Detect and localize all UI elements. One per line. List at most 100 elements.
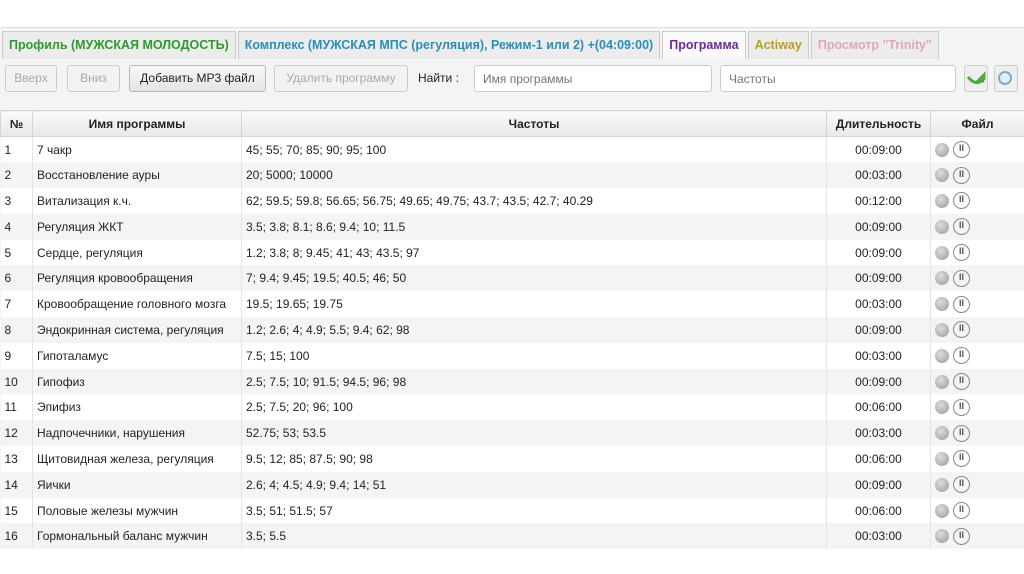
row-num: 7 <box>0 291 33 318</box>
row-name: Гормональный баланс мужчин <box>32 523 242 550</box>
tab-profile[interactable]: Профиль (МУЖСКАЯ МОЛОДОСТЬ) <box>2 31 236 59</box>
tab-program[interactable]: Программа <box>662 31 746 59</box>
row-duration: 00:12:00 <box>826 188 931 214</box>
table-row[interactable]: 13 Щитовидная железа, регуляция 9.5; 12; 8… <box>0 446 1024 472</box>
row-num: 2 <box>0 162 33 189</box>
row-num: 5 <box>0 239 33 266</box>
row-file: II <box>930 213 1024 240</box>
row-name: Гипофиз <box>32 368 242 395</box>
row-duration: 00:09:00 <box>826 265 931 292</box>
app-window: Профиль (МУЖСКАЯ МОЛОДОСТЬ) Комплекс (МУ… <box>0 27 1024 550</box>
table-row[interactable]: 7 Кровообращение головного мозга 19.5; 19.… <box>0 291 1024 318</box>
tab-trinity-view[interactable]: Просмотр "Trinity" <box>810 31 939 59</box>
row-file: II <box>930 317 1024 343</box>
pause-icon[interactable]: II <box>953 502 970 520</box>
pause-icon[interactable]: II <box>953 295 970 313</box>
row-file: II <box>930 394 1024 421</box>
table-row[interactable]: 12 Надпочечники, нарушения 52.75; 53; 53.5… <box>0 420 1024 447</box>
pause-icon[interactable]: II <box>953 218 970 236</box>
table-row[interactable]: 14 Яички 2.6; 4; 4.5; 4.9; 9.4; 14; 51 00:0… <box>0 471 1024 498</box>
row-num: 9 <box>0 342 33 369</box>
table-row[interactable]: 16 Гормональный баланс мужчин 3.5; 5.5 00:0… <box>0 523 1024 550</box>
table-row[interactable]: 8 Эндокринная система, регуляция 1.2; 2.6;… <box>0 317 1024 343</box>
status-dot-icon <box>935 168 949 183</box>
row-frequencies: 2.5; 7.5; 20; 96; 100 <box>241 394 827 421</box>
frequency-search-input[interactable] <box>720 65 956 92</box>
move-up-button[interactable]: Вверх <box>5 65 57 92</box>
program-name-search-input[interactable] <box>474 65 712 92</box>
move-down-button[interactable]: Вниз <box>67 65 120 92</box>
pause-icon[interactable]: II <box>953 347 970 365</box>
refresh-button[interactable] <box>964 65 988 92</box>
row-duration: 00:09:00 <box>826 471 931 498</box>
status-dot-icon <box>935 348 949 363</box>
table-row[interactable]: 5 Сердце, регуляция 1.2; 3.8; 8; 9.45; 41;… <box>0 239 1024 266</box>
row-num: 12 <box>0 420 33 447</box>
row-frequencies: 7.5; 15; 100 <box>241 342 827 369</box>
table-row[interactable]: 17 чакр 45; 55; 70; 85; 90; 95; 100 00:09:… <box>0 136 1024 163</box>
table-row[interactable]: 6 Регуляция кровообращения 7; 9.4; 9.45; 1… <box>0 265 1024 292</box>
row-name: Восстановление ауры <box>32 162 242 189</box>
pause-icon[interactable]: II <box>953 244 970 262</box>
row-frequencies: 9.5; 12; 85; 87.5; 90; 98 <box>241 446 827 472</box>
row-file: II <box>930 188 1024 214</box>
row-file: II <box>930 368 1024 395</box>
row-name: Регуляция ЖКТ <box>32 213 242 240</box>
add-mp3-button[interactable]: Добавить MP3 файл <box>129 65 266 92</box>
table-row[interactable]: 11 Эпифиз 2.5; 7.5; 20; 96; 100 00:06:00 II <box>0 394 1024 421</box>
row-frequencies: 2.5; 7.5; 10; 91.5; 94.5; 96; 98 <box>241 368 827 395</box>
search-button[interactable] <box>994 65 1018 92</box>
pause-icon[interactable]: II <box>953 450 970 468</box>
tab-bar: Профиль (МУЖСКАЯ МОЛОДОСТЬ) Комплекс (МУ… <box>2 31 941 59</box>
row-file: II <box>930 342 1024 369</box>
row-name: Эпифиз <box>32 394 242 421</box>
row-name: Витализация к.ч. <box>32 188 242 214</box>
tab-complex[interactable]: Комплекс (МУЖСКАЯ МПС (регуляция), Режим… <box>237 31 661 59</box>
delete-program-button[interactable]: Удалить программу <box>274 65 408 92</box>
pause-icon[interactable]: II <box>953 398 970 416</box>
header-name[interactable]: Имя программы <box>32 110 242 137</box>
pause-icon[interactable]: II <box>953 321 970 339</box>
status-dot-icon <box>935 245 949 260</box>
pause-icon[interactable]: II <box>953 527 970 545</box>
row-duration: 00:09:00 <box>826 368 931 395</box>
tab-actiway[interactable]: Actiway <box>747 31 809 59</box>
header-num[interactable]: № <box>0 110 33 137</box>
row-frequencies: 1.2; 2.6; 4; 4.9; 5.5; 9.4; 62; 98 <box>241 317 827 343</box>
row-num: 16 <box>0 523 33 550</box>
table-row[interactable]: 10 Гипофиз 2.5; 7.5; 10; 91.5; 94.5; 96; 9… <box>0 368 1024 395</box>
row-num: 13 <box>0 446 33 472</box>
row-duration: 00:06:00 <box>826 394 931 421</box>
row-frequencies: 62; 59.5; 59.8; 56.65; 56.75; 49.65; 49.… <box>241 188 827 214</box>
pause-icon[interactable]: II <box>953 141 970 159</box>
table-row[interactable]: 9 Гипоталамус 7.5; 15; 100 00:03:00 II <box>0 342 1024 369</box>
row-frequencies: 20; 5000; 10000 <box>241 162 827 189</box>
table-row[interactable]: 2 Восстановление ауры 20; 5000; 10000 00:03… <box>0 162 1024 189</box>
row-name: Кровообращение головного мозга <box>32 291 242 318</box>
status-dot-icon <box>935 503 949 518</box>
pause-icon[interactable]: II <box>953 424 970 442</box>
row-name: Щитовидная железа, регуляция <box>32 446 242 472</box>
header-file[interactable]: Файл <box>930 110 1024 137</box>
table-row[interactable]: 3 Витализация к.ч. 62; 59.5; 59.8; 56.65; … <box>0 188 1024 214</box>
pause-icon[interactable]: II <box>953 269 970 287</box>
row-num: 11 <box>0 394 33 421</box>
table-row[interactable]: 4 Регуляция ЖКТ 3.5; 3.8; 8.1; 8.6; 9.4; 1… <box>0 213 1024 240</box>
row-name: Эндокринная система, регуляция <box>32 317 242 343</box>
pause-icon[interactable]: II <box>953 166 970 184</box>
row-duration: 00:09:00 <box>826 239 931 266</box>
table-header: № Имя программы Частоты Длительность Фай… <box>0 110 1024 137</box>
table-row[interactable]: 15 Половые железы мужчин 3.5; 51; 51.5; 57… <box>0 497 1024 524</box>
row-num: 8 <box>0 317 33 343</box>
pause-icon[interactable]: II <box>953 192 970 210</box>
row-duration: 00:06:00 <box>826 497 931 524</box>
header-frequencies[interactable]: Частоты <box>241 110 827 137</box>
status-dot-icon <box>935 219 949 234</box>
row-num: 14 <box>0 471 33 498</box>
pause-icon[interactable]: II <box>953 476 970 494</box>
pause-icon[interactable]: II <box>953 373 970 391</box>
row-file: II <box>930 471 1024 498</box>
header-duration[interactable]: Длительность <box>826 110 931 137</box>
row-file: II <box>930 446 1024 472</box>
row-duration: 00:09:00 <box>826 213 931 240</box>
